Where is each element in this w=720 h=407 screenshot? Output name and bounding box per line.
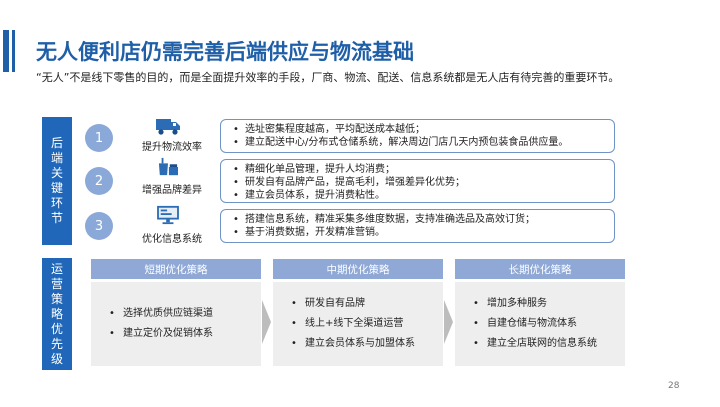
- strategy-item: 建立会员体系与加盟体系: [291, 334, 435, 354]
- bullet-box-logistics: 选址密集程度越高，平均配送成本越低； 建立配送中心/分布式仓储系统，解决周边门店…: [220, 119, 615, 153]
- monitor-icon: [157, 205, 179, 225]
- strategy-item: 研发自有品牌: [291, 294, 435, 314]
- title-accent-bar-thin: [12, 30, 15, 72]
- row-number-badge: 3: [85, 212, 113, 240]
- strategy-item: 建立全店联网的信息系统: [473, 334, 617, 354]
- bullet-item: 研发自有品牌产品，提高毛利，增强差异化优势；: [233, 176, 606, 189]
- bullet-item: 基于消费数据，开发精准营销。: [233, 226, 606, 239]
- bullet-box-brand: 精细化单品管理，提升人均消费； 研发自有品牌产品，提高毛利，增强差异化优势； 建…: [220, 159, 615, 203]
- row-number-badge: 1: [85, 124, 113, 152]
- strategy-label: 运营策略优先级: [42, 258, 72, 370]
- bullet-item: 精细化单品管理，提升人均消费；: [233, 163, 606, 176]
- page-number: 28: [668, 381, 680, 391]
- row-number-badge: 2: [85, 167, 113, 195]
- strategy-label-text: 运营策略优先级: [50, 261, 63, 366]
- chevron-right-icon: [262, 300, 271, 344]
- row-label-brand: 增强品牌差异: [142, 185, 202, 196]
- drink-cup-icon: [158, 157, 178, 176]
- intro-text: “无人”不是线下零售的目的，而是全面提升效率的手段，厂商、物流、配送、信息系统都…: [36, 71, 620, 84]
- mid-term-list: 研发自有品牌 线上+线下全渠道运营 建立会员体系与加盟体系: [273, 282, 443, 366]
- long-term-header: 长期优化策略: [455, 259, 625, 279]
- strategy-item: 自建仓储与物流体系: [473, 314, 617, 334]
- row-label-info-system: 优化信息系统: [142, 234, 202, 245]
- row-label-logistics: 提升物流效率: [142, 142, 202, 153]
- short-term-list: 选择优质供应链渠道 建立定价及促销体系: [91, 282, 261, 366]
- slide: 无人便利店仍需完善后端供应与物流基础 “无人”不是线下零售的目的，而是全面提升效…: [0, 0, 720, 407]
- strategy-item: 选择优质供应链渠道: [109, 304, 253, 324]
- short-term-header: 短期优化策略: [91, 259, 261, 279]
- bullet-item: 选址密集程度越高，平均配送成本越低；: [233, 123, 606, 136]
- bullet-item: 建立会员体系，提升消费粘性。: [233, 189, 606, 202]
- delivery-truck-icon: [156, 119, 180, 135]
- key-links-label: 后端关键环节: [42, 117, 72, 245]
- bullet-box-info-system: 搭建信息系统，精准采集多维度数据，支持准确选品及高效订货； 基于消费数据，开发精…: [220, 209, 615, 243]
- key-links-label-text: 后端关键环节: [50, 136, 63, 225]
- long-term-list: 增加多种服务 自建仓储与物流体系 建立全店联网的信息系统: [455, 282, 625, 366]
- mid-term-header: 中期优化策略: [273, 259, 443, 279]
- chevron-right-icon: [444, 300, 453, 344]
- bullet-item: 建立配送中心/分布式仓储系统，解决周边门店几天内预包装食品供应量。: [233, 136, 606, 149]
- strategy-item: 建立定价及促销体系: [109, 324, 253, 344]
- strategy-item: 线上+线下全渠道运营: [291, 314, 435, 334]
- slide-title: 无人便利店仍需完善后端供应与物流基础: [36, 40, 414, 64]
- strategy-item: 增加多种服务: [473, 294, 617, 314]
- title-accent-bar: [3, 30, 9, 72]
- bullet-item: 搭建信息系统，精准采集多维度数据，支持准确选品及高效订货；: [233, 213, 606, 226]
